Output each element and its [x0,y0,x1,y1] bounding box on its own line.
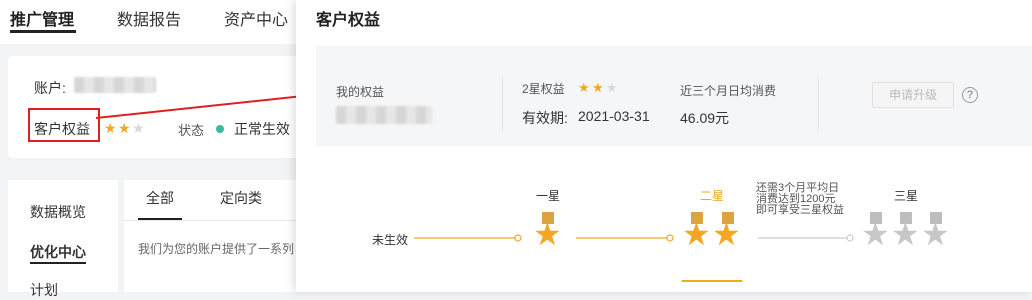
my-rights-value-masked [336,106,432,124]
rights-panel: 客户权益 我的权益 2星权益 ★ ★ ★ 有效期: 2021-03-31 近三个… [296,0,1032,292]
star-empty-icon: ★ [606,80,618,95]
level-one-label: 一星 [536,189,561,203]
help-icon[interactable]: ? [962,87,978,103]
level-label: 2星权益 [522,82,565,96]
validity-value: 2021-03-31 [578,108,650,124]
sidebar-active-indicator [30,262,86,264]
tab-targeting[interactable]: 定向类 [220,188,262,208]
tab-all[interactable]: 全部 [146,188,174,208]
validity-label: 有效期: [522,110,568,126]
sidebar-item-optimization[interactable]: 优化中心 [30,242,86,262]
divider [124,220,300,221]
sidebar: 数据概览 优化中心 计划 [8,180,118,298]
upgrade-note: 还需3个月平均日 消费达到1200元 即可享受三星权益 [756,183,866,216]
star-icon: ★ [592,80,604,95]
star-icon: ★ [578,80,590,95]
avg-spend-value: 46.09元 [680,110,730,126]
level-three-label: 三星 [894,189,919,203]
sidebar-item-plan[interactable]: 计划 [30,280,58,300]
panel-title: 客户权益 [316,12,381,29]
upgrade-note-line: 即可享受三星权益 [756,204,844,216]
medal-silver-icon: ★ ★ ★ [861,212,953,252]
rights-info-box: 我的权益 2星权益 ★ ★ ★ 有效期: 2021-03-31 近三个月日均消费… [316,46,1032,146]
medal-gold-icon: ★ [533,212,563,252]
my-rights-label: 我的权益 [336,85,385,99]
sidebar-item-overview[interactable]: 数据概览 [30,202,86,222]
level-two-label: 二星 [700,189,725,203]
divider [818,78,819,130]
avg-spend-label: 近三个月日均消费 [680,84,777,98]
medal-gold-icon: ★ ★ [682,212,744,252]
divider [502,78,503,130]
description-text: 我们为您的账户提供了一系列 [138,242,295,256]
upgrade-button[interactable]: 申请升级 [872,82,954,108]
content-area: 全部 定向类 我们为您的账户提供了一系列 [124,180,300,292]
